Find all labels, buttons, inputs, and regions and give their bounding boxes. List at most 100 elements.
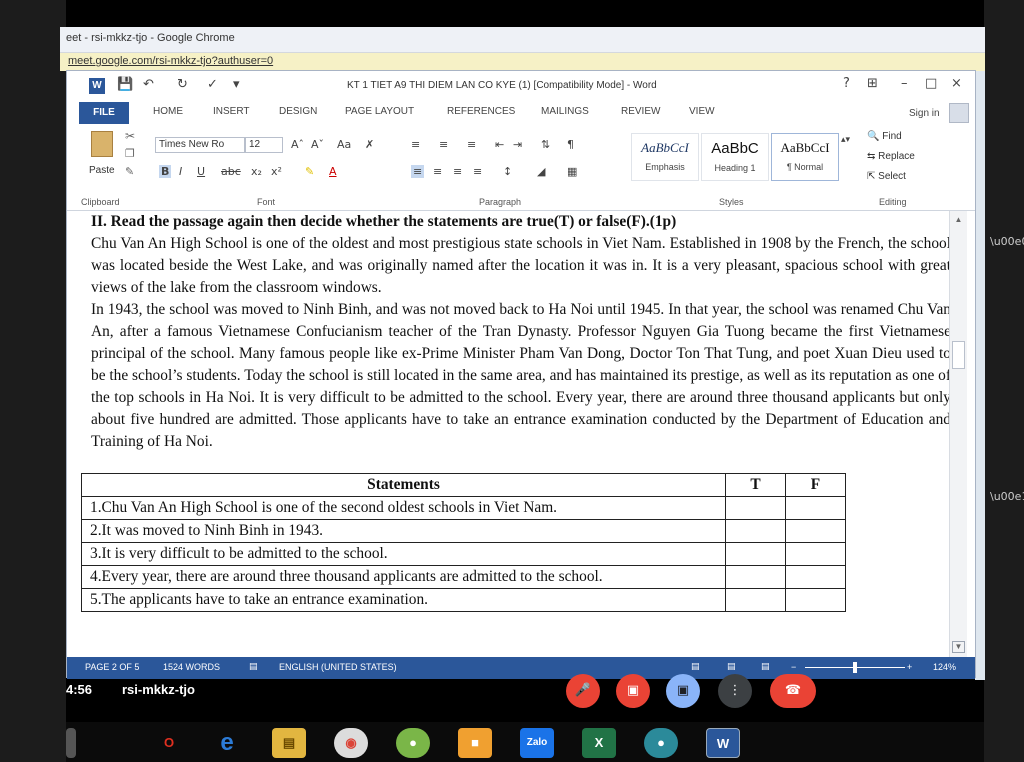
- true-cell[interactable]: [725, 565, 786, 589]
- justify-icon[interactable]: ≡: [473, 165, 482, 178]
- app-icon-green[interactable]: ●: [396, 728, 430, 758]
- style-heading-1[interactable]: AaBbC Heading 1: [701, 133, 769, 181]
- word-app-icon[interactable]: W: [89, 78, 105, 94]
- line-spacing-icon[interactable]: ↕: [503, 165, 512, 178]
- ribbon-display-icon[interactable]: ⊞: [867, 76, 878, 91]
- zalo-icon[interactable]: Zalo: [520, 728, 554, 758]
- shading-icon[interactable]: ◢: [537, 165, 545, 178]
- page-count[interactable]: PAGE 2 OF 5: [85, 662, 139, 672]
- scroll-down-icon[interactable]: ▼: [952, 641, 965, 653]
- tab-home[interactable]: HOME: [153, 106, 183, 117]
- spelling-icon[interactable]: ✓: [207, 77, 218, 92]
- format-painter-icon[interactable]: ✎: [125, 165, 134, 178]
- tab-design[interactable]: DESIGN: [279, 106, 317, 117]
- zoom-level[interactable]: 124%: [933, 662, 956, 672]
- copy-icon[interactable]: ❐: [125, 147, 135, 160]
- avatar[interactable]: [949, 103, 969, 123]
- false-cell[interactable]: [785, 496, 846, 520]
- tab-insert[interactable]: INSERT: [213, 106, 250, 117]
- maximize-icon[interactable]: □: [925, 76, 937, 91]
- leave-call-icon[interactable]: ☎: [770, 674, 816, 708]
- tab-review[interactable]: REVIEW: [621, 106, 660, 117]
- style-emphasis[interactable]: AaBbCcI Emphasis: [631, 133, 699, 181]
- opera-icon[interactable]: O: [152, 728, 186, 758]
- app-icon-teal[interactable]: ●: [644, 728, 678, 758]
- proofing-icon[interactable]: ▤: [249, 662, 258, 672]
- shrink-font-icon[interactable]: Aˇ: [311, 138, 324, 151]
- false-cell[interactable]: [785, 519, 846, 543]
- false-cell[interactable]: [785, 588, 846, 612]
- read-mode-icon[interactable]: ▤: [691, 662, 700, 672]
- undo-icon[interactable]: ↶: [143, 77, 154, 92]
- underline-icon[interactable]: U: [197, 165, 205, 178]
- microphone-off-icon[interactable]: 🎤: [566, 674, 600, 708]
- italic-icon[interactable]: I: [179, 165, 182, 178]
- redo-icon[interactable]: ↻: [177, 77, 188, 92]
- scroll-up-icon[interactable]: ▲: [952, 215, 965, 227]
- true-cell[interactable]: [725, 496, 786, 520]
- borders-icon[interactable]: ▦: [567, 165, 577, 178]
- grow-font-icon[interactable]: Aˆ: [291, 138, 304, 151]
- present-screen-icon[interactable]: ▣: [666, 674, 700, 708]
- align-right-icon[interactable]: ≡: [453, 165, 462, 178]
- bold-icon[interactable]: B: [159, 165, 172, 178]
- taskbar-start-edge[interactable]: [66, 728, 76, 758]
- find-button[interactable]: 🔍 Find: [867, 131, 902, 142]
- align-center-icon[interactable]: ≡: [433, 165, 442, 178]
- font-size-select[interactable]: 12: [245, 137, 283, 153]
- more-options-icon[interactable]: ⋮: [718, 674, 752, 708]
- address-url[interactable]: meet.google.com/rsi-mkkz-tjo?authuser=0: [68, 55, 273, 67]
- change-case-icon[interactable]: Aa: [337, 138, 351, 151]
- align-left-icon[interactable]: ≡: [411, 165, 425, 178]
- file-explorer-icon[interactable]: ▤: [272, 728, 306, 758]
- font-name-select[interactable]: Times New Ro: [155, 137, 245, 153]
- close-icon[interactable]: ×: [951, 76, 962, 91]
- subscript-icon[interactable]: x₂: [251, 165, 262, 178]
- highlight-icon[interactable]: ✎: [305, 165, 314, 178]
- strikethrough-icon[interactable]: abc: [221, 165, 241, 178]
- select-button[interactable]: ⇱ Select: [867, 171, 906, 182]
- paste-icon[interactable]: [91, 131, 113, 157]
- replace-button[interactable]: ⇆ Replace: [867, 151, 915, 162]
- bullets-icon[interactable]: ≡: [411, 138, 420, 151]
- document-page[interactable]: II. Read the passage again then decide w…: [79, 211, 949, 657]
- show-marks-icon[interactable]: ¶: [567, 138, 574, 151]
- sign-in-link[interactable]: Sign in: [909, 108, 940, 119]
- chrome-icon[interactable]: ◉: [334, 728, 368, 758]
- zoom-slider-handle[interactable]: [853, 662, 857, 673]
- word-taskbar-icon[interactable]: W: [706, 728, 740, 758]
- cut-icon[interactable]: ✂: [125, 129, 135, 143]
- tab-references[interactable]: REFERENCES: [447, 106, 515, 117]
- font-color-icon[interactable]: A: [329, 165, 337, 178]
- app-icon-orange[interactable]: ■: [458, 728, 492, 758]
- tab-mailings[interactable]: MAILINGS: [541, 106, 589, 117]
- tab-view[interactable]: VIEW: [689, 106, 715, 117]
- clear-formatting-icon[interactable]: ✗: [365, 138, 374, 151]
- numbering-icon[interactable]: ≡: [439, 138, 448, 151]
- true-cell[interactable]: [725, 588, 786, 612]
- chrome-address-bar[interactable]: meet.google.com/rsi-mkkz-tjo?authuser=0: [60, 53, 985, 71]
- web-layout-icon[interactable]: ▤: [761, 662, 770, 672]
- false-cell[interactable]: [785, 542, 846, 566]
- zoom-out-icon[interactable]: −: [791, 662, 796, 672]
- vertical-scrollbar[interactable]: ▲ ▼: [949, 211, 967, 657]
- true-cell[interactable]: [725, 519, 786, 543]
- save-icon[interactable]: 💾: [117, 77, 133, 92]
- multilevel-list-icon[interactable]: ≡: [467, 138, 476, 151]
- increase-indent-icon[interactable]: ⇥: [513, 138, 522, 151]
- help-icon[interactable]: ?: [843, 76, 850, 91]
- internet-explorer-icon[interactable]: e: [210, 728, 244, 758]
- language-indicator[interactable]: ENGLISH (UNITED STATES): [279, 662, 397, 672]
- decrease-indent-icon[interactable]: ⇤: [495, 138, 504, 151]
- excel-icon[interactable]: X: [582, 728, 616, 758]
- minimize-icon[interactable]: –: [901, 76, 908, 91]
- true-cell[interactable]: [725, 542, 786, 566]
- zoom-in-icon[interactable]: +: [907, 662, 912, 672]
- customize-qat-icon[interactable]: ▾: [233, 77, 240, 92]
- styles-scroll-icon[interactable]: ▴▾: [841, 135, 850, 145]
- camera-off-icon[interactable]: ▣: [616, 674, 650, 708]
- paste-button[interactable]: Paste: [89, 165, 115, 176]
- tab-file[interactable]: FILE: [79, 102, 129, 124]
- tab-page-layout[interactable]: PAGE LAYOUT: [345, 106, 414, 117]
- style-normal[interactable]: AaBbCcI ¶ Normal: [771, 133, 839, 181]
